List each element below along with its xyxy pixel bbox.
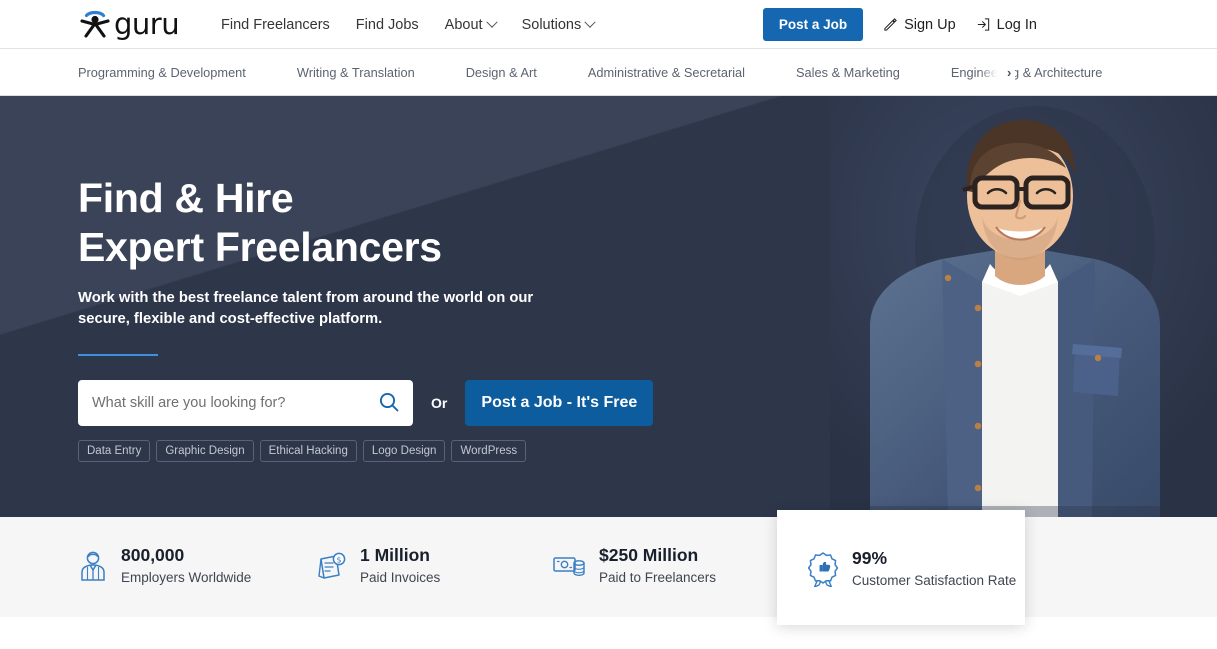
login-arrow-icon [976, 17, 991, 32]
or-label: Or [431, 395, 448, 411]
stat-value: 99% [852, 548, 888, 568]
nav-item-find-jobs[interactable]: Find Jobs [356, 17, 419, 33]
chevron-down-icon [584, 16, 596, 28]
top-header: guru Find Freelancers Find Jobs About So… [0, 0, 1217, 49]
category-item-administrative-secretarial[interactable]: Administrative & Secretarial [588, 65, 745, 80]
search-box[interactable] [78, 380, 413, 426]
hero-title: Find & Hire Expert Freelancers [78, 174, 778, 272]
main-navigation: Find Freelancers Find Jobs About Solutio… [221, 0, 596, 49]
chevron-down-icon [485, 16, 498, 28]
search-icon[interactable] [377, 391, 401, 415]
stat-text: $250 Million Paid to Freelancers [599, 544, 716, 588]
category-nav-list: Programming & Development Writing & Tran… [78, 49, 1102, 95]
svg-text:$: $ [336, 556, 341, 565]
nav-item-find-freelancers[interactable]: Find Freelancers [221, 17, 330, 33]
nav-label: Solutions [521, 16, 582, 33]
chip-data-entry[interactable]: Data Entry [78, 440, 151, 462]
nav-label: Find Jobs [355, 16, 419, 33]
post-a-job-free-button[interactable]: Post a Job - It's Free [465, 380, 654, 426]
cash-money-icon [552, 551, 586, 581]
chip-wordpress[interactable]: WordPress [451, 440, 527, 462]
stat-label: Paid to Freelancers [599, 570, 717, 585]
nav-label: Find Freelancers [221, 16, 330, 33]
stat-text: 1 Million Paid Invoices [360, 544, 440, 588]
search-input[interactable] [78, 395, 358, 411]
sign-up-label: Sign Up [904, 16, 956, 33]
hero-title-line-1: Find & Hire [78, 175, 294, 221]
chip-ethical-hacking[interactable]: Ethical Hacking [259, 440, 357, 462]
nav-item-about[interactable]: About [444, 16, 498, 33]
ribbon-thumbsup-icon [807, 551, 839, 587]
hero-divider-rule [78, 354, 158, 356]
stat-label: Customer Satisfaction Rate [852, 573, 1017, 588]
stat-card-customer-satisfaction: 99% Customer Satisfaction Rate [777, 510, 1025, 625]
stat-label: Employers Worldwide [121, 570, 252, 585]
stat-text: 800,000 Employers Worldwide [121, 544, 251, 588]
category-item-sales-marketing[interactable]: Sales & Marketing [796, 65, 900, 80]
chevron-right-icon[interactable]: › [1004, 49, 1016, 95]
stat-value: 1 Million [360, 545, 430, 565]
hero-content: Find & Hire Expert Freelancers Work with… [78, 96, 778, 462]
sign-up-link[interactable]: Sign Up [883, 17, 956, 33]
nav-item-solutions[interactable]: Solutions [521, 16, 596, 33]
stat-label: Paid Invoices [360, 570, 441, 585]
stat-employers-worldwide: 800,000 Employers Worldwide [78, 544, 251, 588]
guru-person-logo-icon [78, 9, 112, 39]
page-root: guru Find Freelancers Find Jobs About So… [0, 0, 1217, 649]
post-a-job-button[interactable]: Post a Job [762, 8, 864, 41]
stat-value: 800,000 [121, 545, 185, 565]
hero-search-row: Or Post a Job - It's Free [78, 380, 778, 426]
nav-label: About [444, 16, 483, 33]
employer-person-icon [78, 550, 108, 582]
hero-section: Find & Hire Expert Freelancers Work with… [0, 96, 1217, 517]
stat-customer-satisfaction-rate: 99% Customer Satisfaction Rate [807, 547, 1016, 591]
invoice-dollar-icon: $ [315, 550, 347, 582]
category-item-programming-development[interactable]: Programming & Development [78, 65, 246, 80]
chip-logo-design[interactable]: Logo Design [362, 440, 446, 462]
category-item-engineering-architecture[interactable]: Engineering & Architecture [951, 65, 1103, 80]
suggested-skill-chips: Data Entry Graphic Design Ethical Hackin… [78, 440, 778, 462]
header-actions: Post a Job Sign Up Log In [762, 0, 1217, 49]
hero-subtitle: Work with the best freelance talent from… [78, 290, 534, 327]
logo-wordmark: guru [114, 7, 180, 41]
stat-paid-to-freelancers: $250 Million Paid to Freelancers [552, 544, 716, 588]
chip-graphic-design[interactable]: Graphic Design [156, 440, 254, 462]
site-logo[interactable]: guru [78, 7, 180, 41]
category-item-writing-translation[interactable]: Writing & Translation [297, 65, 415, 80]
stats-bar: 800,000 Employers Worldwide $ 1 Million … [0, 517, 1217, 617]
stat-paid-invoices: $ 1 Million Paid Invoices [315, 544, 440, 588]
stat-value: $250 Million [599, 545, 699, 565]
stat-text: 99% Customer Satisfaction Rate [852, 547, 1016, 591]
category-nav-bar: Programming & Development Writing & Tran… [0, 49, 1217, 96]
hero-photo-man-with-glasses [830, 96, 1217, 517]
log-in-label: Log In [996, 16, 1037, 33]
pencil-edit-icon [883, 17, 898, 32]
log-in-link[interactable]: Log In [976, 17, 1037, 33]
hero-title-line-2: Expert Freelancers [78, 224, 442, 270]
category-item-design-art[interactable]: Design & Art [466, 65, 537, 80]
